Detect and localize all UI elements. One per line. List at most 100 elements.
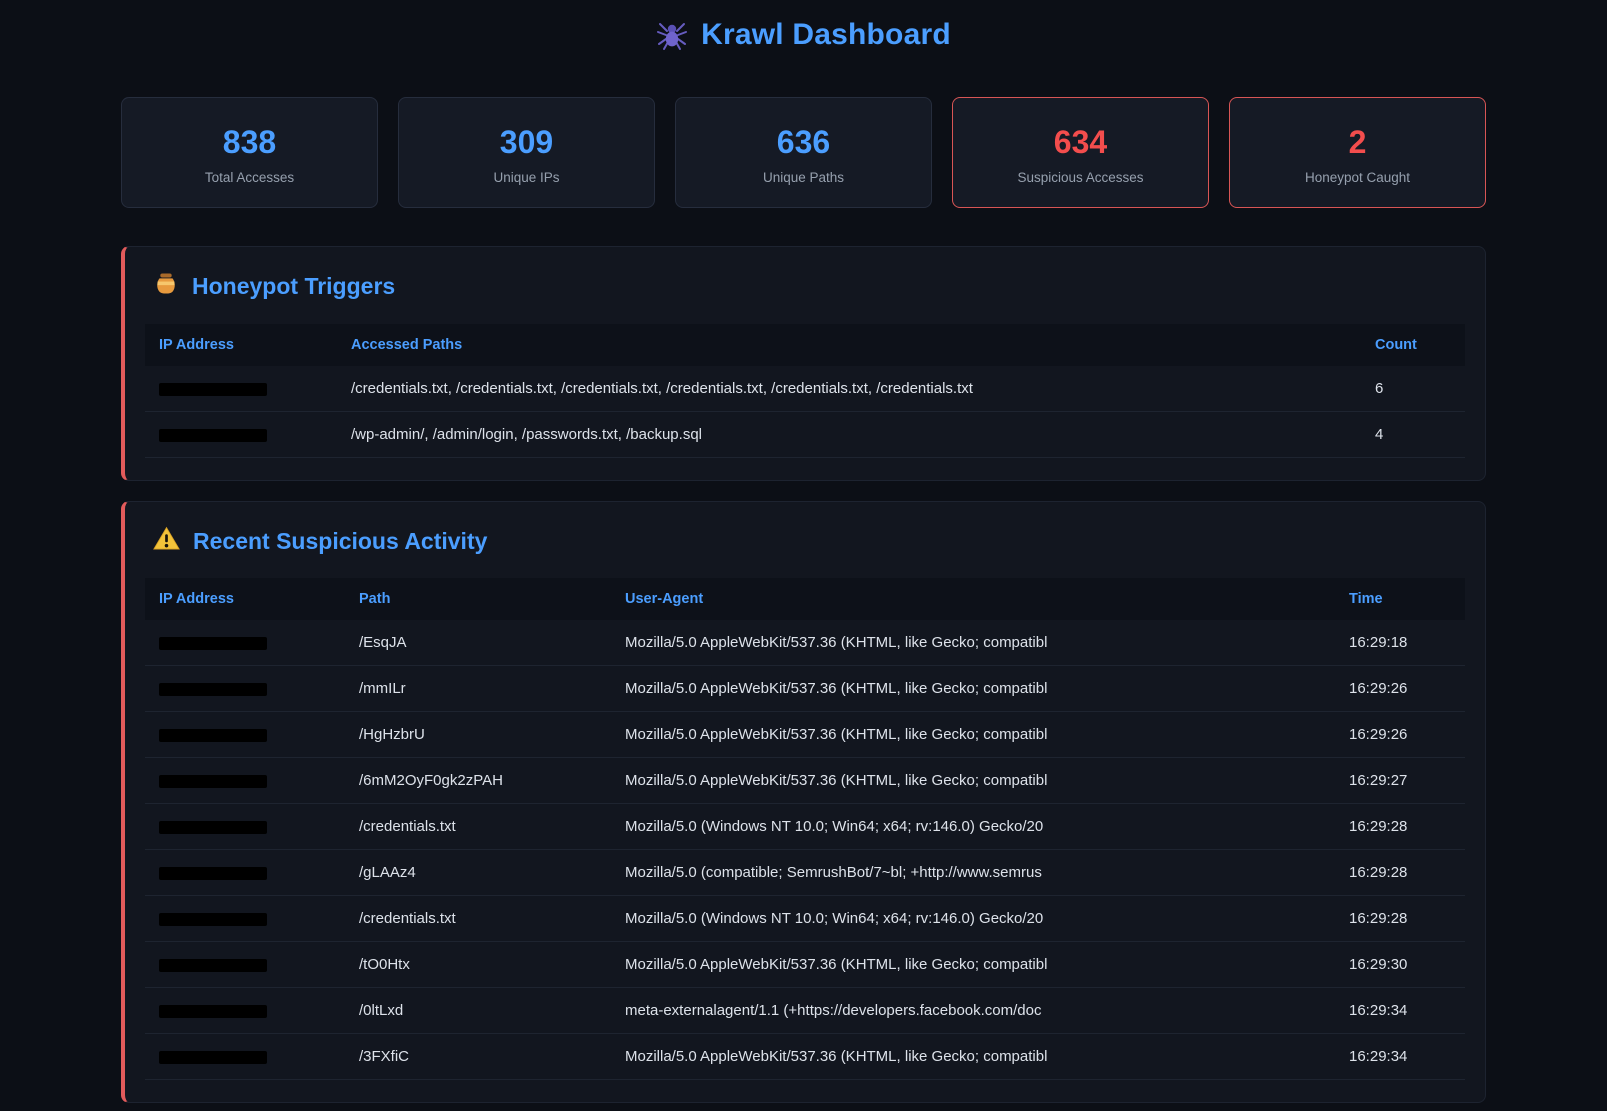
ip-address-cell xyxy=(145,412,337,458)
honeypot-table-body: /credentials.txt, /credentials.txt, /cre… xyxy=(145,366,1465,458)
stat-label: Total Accesses xyxy=(132,170,367,185)
header: Krawl Dashboard xyxy=(121,18,1486,52)
suspicious-row: /6mM2OyF0gk2zPAHMozilla/5.0 AppleWebKit/… xyxy=(145,758,1465,804)
honeypot-row: /credentials.txt, /credentials.txt, /cre… xyxy=(145,366,1465,412)
warning-icon xyxy=(153,526,180,556)
path-cell: /EsqJA xyxy=(345,620,611,666)
dashboard-page: Krawl Dashboard 838 Total Accesses 309 Uniq… xyxy=(121,0,1486,1103)
stat-label: Honeypot Caught xyxy=(1240,170,1475,185)
ip-address-cell xyxy=(145,988,345,1034)
ip-address-cell xyxy=(145,804,345,850)
suspicious-row: /tO0HtxMozilla/5.0 AppleWebKit/537.36 (K… xyxy=(145,942,1465,988)
time-cell: 16:29:34 xyxy=(1335,1034,1465,1080)
ip-address-cell xyxy=(145,712,345,758)
suspicious-row: /HgHzbrUMozilla/5.0 AppleWebKit/537.36 (… xyxy=(145,712,1465,758)
col-count: Count xyxy=(1361,324,1465,366)
suspicious-row: /credentials.txtMozilla/5.0 (Windows NT … xyxy=(145,804,1465,850)
stat-value: 636 xyxy=(686,124,921,160)
path-cell: /mmILr xyxy=(345,666,611,712)
honeypot-panel: Honeypot Triggers IP Address Accessed Pa… xyxy=(121,246,1486,481)
suspicious-row: /0ltLxdmeta-externalagent/1.1 (+https://… xyxy=(145,988,1465,1034)
redacted-ip xyxy=(159,959,267,972)
time-cell: 16:29:30 xyxy=(1335,942,1465,988)
path-cell: /6mM2OyF0gk2zPAH xyxy=(345,758,611,804)
stat-value: 838 xyxy=(132,124,367,160)
time-cell: 16:29:27 xyxy=(1335,758,1465,804)
suspicious-panel-header: Recent Suspicious Activity xyxy=(145,526,1465,556)
redacted-ip xyxy=(159,1051,267,1064)
path-cell: /credentials.txt xyxy=(345,804,611,850)
suspicious-row: /credentials.txtMozilla/5.0 (Windows NT … xyxy=(145,896,1465,942)
ip-address-cell xyxy=(145,620,345,666)
redacted-ip xyxy=(159,729,267,742)
honeypot-row: /wp-admin/, /admin/login, /passwords.txt… xyxy=(145,412,1465,458)
accessed-paths-cell: /wp-admin/, /admin/login, /passwords.txt… xyxy=(337,412,1361,458)
col-user-agent: User-Agent xyxy=(611,578,1335,620)
honeypot-title: Honeypot Triggers xyxy=(192,273,395,300)
time-cell: 16:29:26 xyxy=(1335,666,1465,712)
redacted-ip xyxy=(159,913,267,926)
col-time: Time xyxy=(1335,578,1465,620)
page-title: Krawl Dashboard xyxy=(701,18,951,52)
path-cell: /HgHzbrU xyxy=(345,712,611,758)
redacted-ip xyxy=(159,429,267,442)
spider-icon xyxy=(656,19,688,51)
col-ip-address: IP Address xyxy=(145,578,345,620)
stat-label: Suspicious Accesses xyxy=(963,170,1198,185)
ip-address-cell xyxy=(145,758,345,804)
suspicious-row: /EsqJAMozilla/5.0 AppleWebKit/537.36 (KH… xyxy=(145,620,1465,666)
suspicious-header-row: IP Address Path User-Agent Time xyxy=(145,578,1465,620)
time-cell: 16:29:18 xyxy=(1335,620,1465,666)
redacted-ip xyxy=(159,867,267,880)
redacted-ip xyxy=(159,383,267,396)
user-agent-cell: meta-externalagent/1.1 (+https://develop… xyxy=(611,988,1335,1034)
user-agent-cell: Mozilla/5.0 AppleWebKit/537.36 (KHTML, l… xyxy=(611,758,1335,804)
stat-card: 309 Unique IPs xyxy=(398,97,655,208)
stat-label: Unique IPs xyxy=(409,170,644,185)
stat-card: 838 Total Accesses xyxy=(121,97,378,208)
user-agent-cell: Mozilla/5.0 AppleWebKit/537.36 (KHTML, l… xyxy=(611,1034,1335,1080)
redacted-ip xyxy=(159,775,267,788)
suspicious-row: /3FXfiCMozilla/5.0 AppleWebKit/537.36 (K… xyxy=(145,1034,1465,1080)
redacted-ip xyxy=(159,821,267,834)
stat-value: 309 xyxy=(409,124,644,160)
user-agent-cell: Mozilla/5.0 AppleWebKit/537.36 (KHTML, l… xyxy=(611,942,1335,988)
user-agent-cell: Mozilla/5.0 AppleWebKit/537.36 (KHTML, l… xyxy=(611,620,1335,666)
accessed-paths-cell: /credentials.txt, /credentials.txt, /cre… xyxy=(337,366,1361,412)
redacted-ip xyxy=(159,1005,267,1018)
stats-row: 838 Total Accesses 309 Unique IPs 636 Unique … xyxy=(121,97,1486,208)
honeypot-table-head: IP Address Accessed Paths Count xyxy=(145,324,1465,366)
suspicious-table-body: /EsqJAMozilla/5.0 AppleWebKit/537.36 (KH… xyxy=(145,620,1465,1080)
honeypot-header-row: IP Address Accessed Paths Count xyxy=(145,324,1465,366)
user-agent-cell: Mozilla/5.0 AppleWebKit/537.36 (KHTML, l… xyxy=(611,666,1335,712)
path-cell: /gLAAz4 xyxy=(345,850,611,896)
suspicious-row: /mmILrMozilla/5.0 AppleWebKit/537.36 (KH… xyxy=(145,666,1465,712)
ip-address-cell xyxy=(145,942,345,988)
stat-value: 634 xyxy=(963,124,1198,160)
suspicious-title: Recent Suspicious Activity xyxy=(193,528,487,555)
redacted-ip xyxy=(159,683,267,696)
user-agent-cell: Mozilla/5.0 (Windows NT 10.0; Win64; x64… xyxy=(611,804,1335,850)
suspicious-table: IP Address Path User-Agent Time /EsqJAMo… xyxy=(145,578,1465,1080)
stat-card: 2 Honeypot Caught xyxy=(1229,97,1486,208)
suspicious-panel: Recent Suspicious Activity IP Address Pa… xyxy=(121,501,1486,1103)
honeypot-panel-header: Honeypot Triggers xyxy=(145,271,1465,302)
stat-value: 2 xyxy=(1240,124,1475,160)
count-cell: 6 xyxy=(1361,366,1465,412)
time-cell: 16:29:28 xyxy=(1335,850,1465,896)
path-cell: /0ltLxd xyxy=(345,988,611,1034)
time-cell: 16:29:26 xyxy=(1335,712,1465,758)
time-cell: 16:29:34 xyxy=(1335,988,1465,1034)
ip-address-cell xyxy=(145,850,345,896)
honeypot-icon xyxy=(153,271,179,302)
suspicious-row: /gLAAz4Mozilla/5.0 (compatible; SemrushB… xyxy=(145,850,1465,896)
col-accessed-paths: Accessed Paths xyxy=(337,324,1361,366)
time-cell: 16:29:28 xyxy=(1335,804,1465,850)
honeypot-table: IP Address Accessed Paths Count /credent… xyxy=(145,324,1465,458)
stat-label: Unique Paths xyxy=(686,170,921,185)
path-cell: /credentials.txt xyxy=(345,896,611,942)
stat-card: 634 Suspicious Accesses xyxy=(952,97,1209,208)
path-cell: /3FXfiC xyxy=(345,1034,611,1080)
stat-card: 636 Unique Paths xyxy=(675,97,932,208)
ip-address-cell xyxy=(145,666,345,712)
